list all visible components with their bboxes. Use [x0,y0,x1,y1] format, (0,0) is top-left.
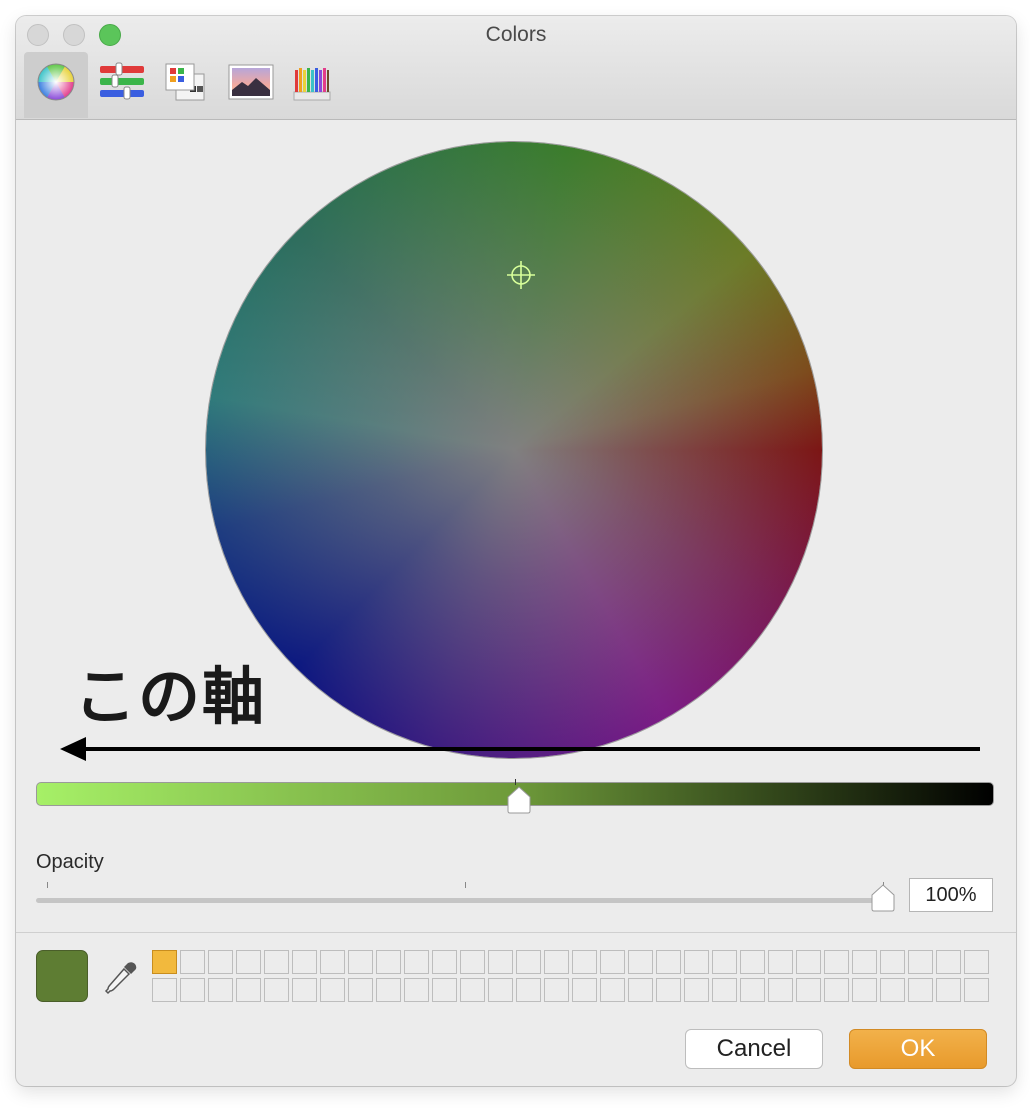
color-wheel[interactable] [206,142,822,758]
opacity-tick [465,882,466,888]
swatch-cell[interactable] [460,950,485,974]
swatch-cell[interactable] [544,978,569,1002]
swatch-cell[interactable] [740,978,765,1002]
window-title: Colors [485,23,547,46]
cancel-button[interactable]: Cancel [685,1029,823,1069]
swatch-cell[interactable] [516,950,541,974]
swatch-cell[interactable] [292,950,317,974]
annotation-text: この軸 [74,660,267,733]
swatch-cell[interactable] [544,950,569,974]
swatch-cell[interactable] [264,978,289,1002]
swatch-cell[interactable] [684,978,709,1002]
swatch-cell[interactable] [376,978,401,1002]
opacity-value-field[interactable]: 100% [909,878,993,912]
swatch-cell[interactable] [236,950,261,974]
color-picker-crosshair[interactable] [506,260,536,290]
swatch-cell[interactable] [880,950,905,974]
swatch-cell[interactable] [656,978,681,1002]
divider [16,932,1016,933]
swatch-cell[interactable] [768,978,793,1002]
eyedropper-icon[interactable] [104,960,138,996]
colors-window: Colors この軸 Opacity 100% Cancel OK [16,16,1016,1086]
swatch-cell[interactable] [572,978,597,1002]
image-icon [228,64,274,100]
tab-pencils[interactable] [280,52,344,118]
swatch-cell[interactable] [320,950,345,974]
swatch-cell[interactable] [796,978,821,1002]
swatch-cell[interactable] [488,950,513,974]
current-color-swatch[interactable] [36,950,88,1002]
opacity-label: Opacity [36,851,104,873]
tab-color-wheel[interactable] [24,52,88,118]
swatch-cell[interactable] [152,950,177,974]
toolbar: Colors [16,16,1016,120]
swatch-cell[interactable] [936,950,961,974]
swatch-cell[interactable] [600,978,625,1002]
swatch-cell[interactable] [180,978,205,1002]
swatch-cell[interactable] [908,950,933,974]
swatch-cell[interactable] [740,950,765,974]
swatch-cell[interactable] [292,978,317,1002]
swatch-cell[interactable] [404,950,429,974]
opacity-slider-knob[interactable] [870,884,896,912]
swatch-cell[interactable] [908,978,933,1002]
swatch-cell[interactable] [712,978,737,1002]
swatch-cell[interactable] [208,978,233,1002]
swatch-cell[interactable] [600,950,625,974]
opacity-tick [47,882,48,888]
swatch-cell[interactable] [208,950,233,974]
swatch-cell[interactable] [572,950,597,974]
swatch-cell[interactable] [824,978,849,1002]
swatch-cell[interactable] [852,978,877,1002]
swatch-cell[interactable] [320,978,345,1002]
brightness-slider-knob[interactable] [506,786,532,814]
pencils-icon [293,68,331,101]
swatch-cell[interactable] [460,978,485,1002]
swatch-cell[interactable] [768,950,793,974]
palettes-icon [165,63,205,101]
swatch-cell[interactable] [712,950,737,974]
swatch-cell[interactable] [628,978,653,1002]
swatch-cell[interactable] [964,950,989,974]
opacity-slider-track[interactable] [36,898,882,903]
color-wheel-icon [37,63,75,101]
swatch-cell[interactable] [432,978,457,1002]
swatch-cell[interactable] [264,950,289,974]
swatch-cell[interactable] [488,978,513,1002]
swatch-cell[interactable] [180,950,205,974]
swatch-cell[interactable] [404,978,429,1002]
swatch-cell[interactable] [796,950,821,974]
tab-color-sliders[interactable] [88,52,152,118]
swatch-cell[interactable] [656,950,681,974]
swatch-cell[interactable] [628,950,653,974]
swatch-cell[interactable] [852,950,877,974]
swatch-grid [152,950,992,1002]
swatch-cell[interactable] [964,978,989,1002]
swatch-cell[interactable] [684,950,709,974]
swatch-cell[interactable] [516,978,541,1002]
tab-color-palettes[interactable] [152,52,216,118]
swatch-cell[interactable] [824,950,849,974]
annotation-arrow-icon [60,737,980,761]
swatch-cell[interactable] [348,950,373,974]
ok-button[interactable]: OK [849,1029,987,1069]
swatch-cell[interactable] [936,978,961,1002]
swatch-cell[interactable] [152,978,177,1002]
brightness-center-tick [515,779,516,785]
tab-image-palettes[interactable] [216,52,280,118]
swatch-cell[interactable] [376,950,401,974]
sliders-icon [100,62,144,100]
swatch-cell[interactable] [348,978,373,1002]
swatch-cell[interactable] [432,950,457,974]
swatch-cell[interactable] [236,978,261,1002]
swatch-cell[interactable] [880,978,905,1002]
